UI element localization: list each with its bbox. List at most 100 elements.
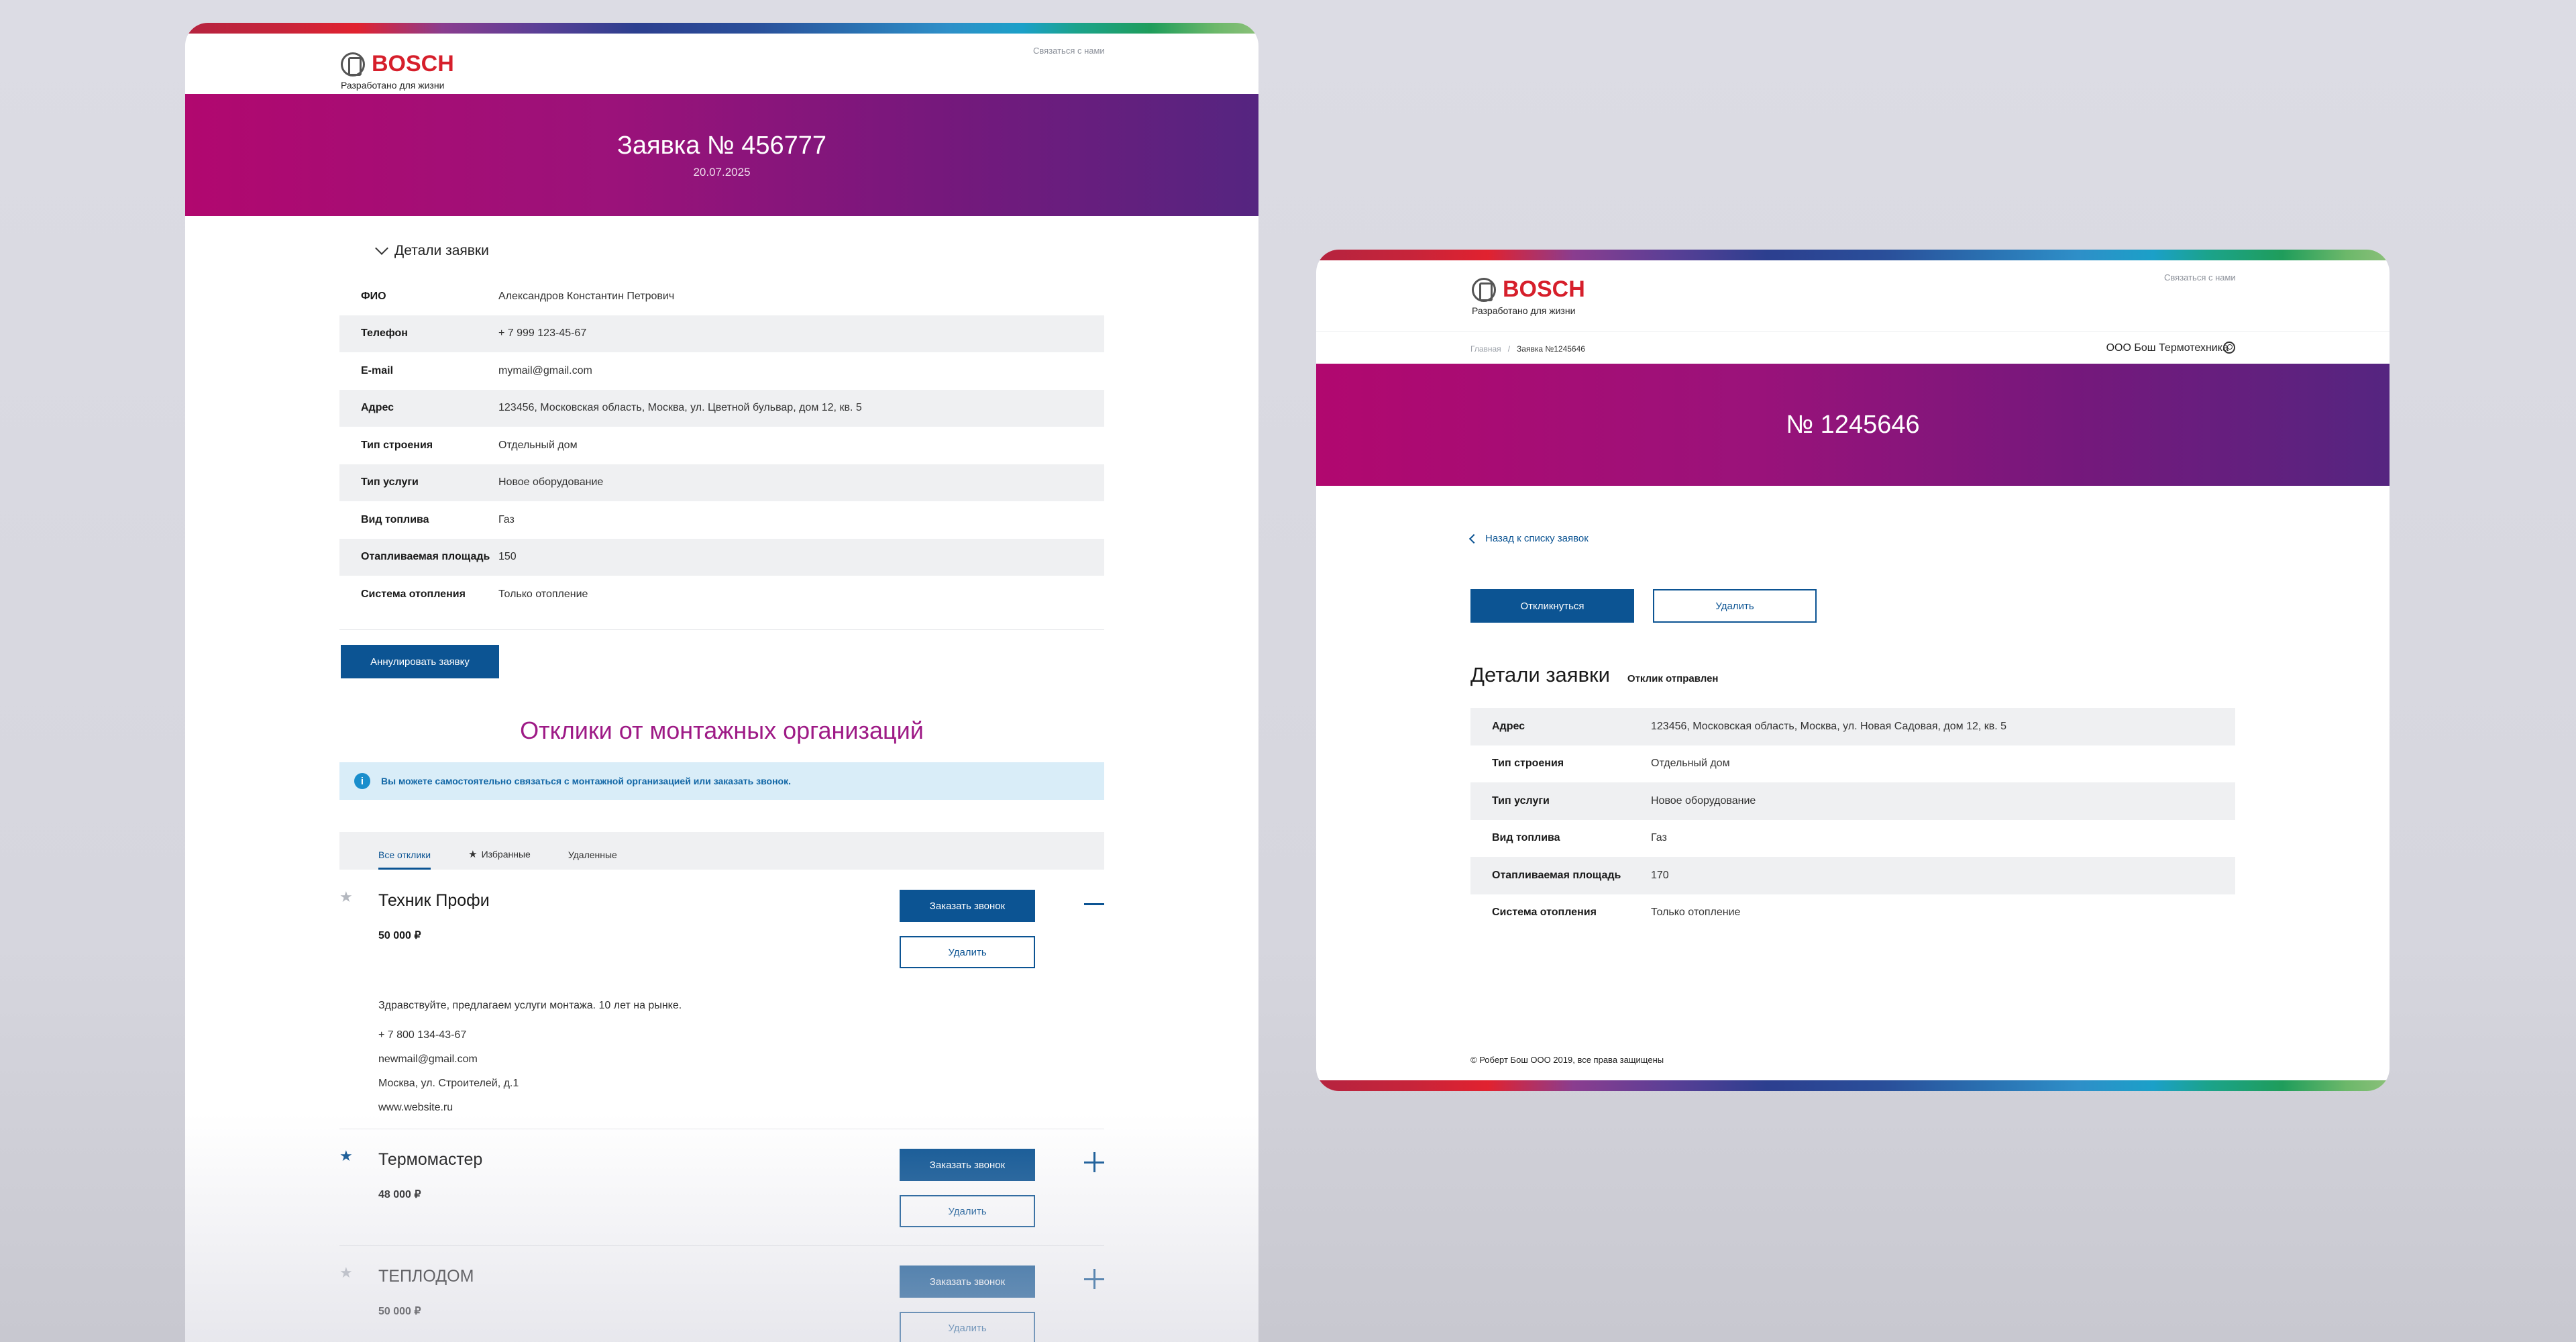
favorite-star-icon[interactable]: ★	[339, 1147, 353, 1165]
nav-bar: Главная / Заявка №1245646 ООО Бош Термот…	[1316, 331, 2390, 364]
logo-text: BOSCH	[1503, 276, 1585, 302]
respond-button[interactable]: Откликнуться	[1470, 589, 1634, 623]
request-details-table: ФИО Александров Константин Петрович Телеф…	[339, 278, 1104, 630]
detail-value: 123456, Московская область, Москва, ул. …	[1651, 720, 2007, 732]
table-row: Тип услуги Новое оборудование	[1470, 782, 2235, 820]
delete-response-button[interactable]: Удалить	[900, 1195, 1035, 1227]
table-row: Отапливаемая площадь 170	[1470, 857, 2235, 894]
page-title: Заявка № 456777	[616, 132, 827, 160]
breadcrumb-home[interactable]: Главная	[1470, 344, 1501, 354]
star-icon: ★	[468, 849, 478, 860]
delete-response-button[interactable]: Удалить	[900, 936, 1035, 968]
footer-copyright: © Роберт Бош ООО 2019, все права защищен…	[1470, 1055, 1664, 1065]
responses-list: ★ Техник Профи 50 000 ₽ Заказать звонок …	[339, 870, 1104, 1342]
request-page-card: BOSCH Разработано для жизни Связаться с …	[185, 23, 1258, 1342]
table-row: ФИО Александров Константин Петрович	[339, 278, 1104, 315]
brand-stripe	[1316, 250, 2390, 260]
detail-value: Новое оборудование	[1651, 794, 1756, 807]
chevron-left-icon	[1468, 533, 1479, 544]
detail-label: Тип услуги	[361, 476, 419, 488]
info-icon: i	[354, 773, 370, 789]
company-name: Техник Профи	[378, 891, 490, 910]
brand-stripe	[1316, 1080, 2390, 1091]
breadcrumb-separator: /	[1507, 344, 1511, 354]
collapse-icon[interactable]	[1084, 903, 1104, 905]
hero-banner: № 1245646	[1316, 364, 2390, 486]
detail-value: 123456, Московская область, Москва, ул. …	[498, 402, 862, 414]
table-row: Вид топлива Газ	[1470, 820, 2235, 858]
expand-icon[interactable]	[1084, 1269, 1104, 1289]
detail-label: Система отопления	[361, 588, 466, 600]
bosch-logo[interactable]: BOSCH Разработано для жизни	[341, 51, 454, 91]
detail-value: Только отопление	[498, 588, 588, 600]
order-call-button[interactable]: Заказать звонок	[900, 890, 1035, 922]
offer-price: 48 000 ₽	[378, 1189, 421, 1200]
detail-label: Адрес	[361, 402, 394, 414]
chevron-down-icon	[375, 242, 388, 255]
company-name: Термомастер	[378, 1150, 483, 1169]
detail-label: Тип строения	[361, 439, 433, 451]
request-details-table: Адрес 123456, Московская область, Москва,…	[1470, 708, 2235, 931]
detail-label: Отапливаемая площадь	[1492, 869, 1621, 881]
favorite-star-icon[interactable]: ★	[339, 1264, 353, 1282]
table-row: E-mail mymail@gmail.com	[339, 352, 1104, 390]
details-toggle[interactable]: Детали заявки	[339, 242, 1104, 259]
detail-value: Новое оборудование	[498, 476, 604, 488]
user-icon[interactable]	[2223, 342, 2235, 354]
response-address: Москва, ул. Строителей, д.1	[378, 1078, 519, 1089]
order-call-button[interactable]: Заказать звонок	[900, 1149, 1035, 1181]
page-title: № 1245646	[1786, 411, 1920, 439]
detail-label: Адрес	[1492, 720, 1525, 732]
company-name: ТЕПЛОДОМ	[378, 1267, 474, 1286]
expand-icon[interactable]	[1084, 1152, 1104, 1172]
detail-value: mymail@gmail.com	[498, 364, 592, 376]
detail-value: Только отопление	[1651, 907, 1741, 919]
tab-label: Все отклики	[378, 849, 431, 860]
detail-value: Отдельный дом	[498, 439, 578, 451]
detail-value: 170	[1651, 869, 1669, 881]
contractor-request-card: BOSCH Разработано для жизни Связаться с …	[1316, 250, 2390, 1091]
detail-value: Отдельный дом	[1651, 758, 1730, 770]
response-email[interactable]: newmail@gmail.com	[378, 1053, 478, 1066]
logo-slogan: Разработано для жизни	[1472, 305, 1576, 316]
table-row: Тип услуги Новое оборудование	[339, 464, 1104, 501]
tab-deleted[interactable]: Удаленные	[568, 849, 617, 870]
table-row: Тип строения Отдельный дом	[339, 427, 1104, 464]
detail-value: + 7 999 123-45-67	[498, 327, 587, 340]
offer-price: 50 000 ₽	[378, 1306, 421, 1317]
logo-slogan: Разработано для жизни	[341, 80, 445, 91]
tab-label: Удаленные	[568, 849, 617, 860]
table-row: Адрес 123456, Московская область, Москва,…	[1470, 708, 2235, 745]
logo-text: BOSCH	[372, 51, 454, 76]
contact-link[interactable]: Связаться с нами	[2164, 272, 2236, 282]
tab-all-responses[interactable]: Все отклики	[378, 849, 431, 870]
tab-favorites[interactable]: ★ Избранные	[468, 848, 531, 870]
hero-banner: Заявка № 456777 20.07.2025	[185, 94, 1258, 216]
cancel-request-button[interactable]: Аннулировать заявку	[341, 645, 499, 678]
bosch-armature-icon	[341, 52, 365, 76]
favorite-star-icon[interactable]: ★	[339, 888, 353, 906]
delete-button[interactable]: Удалить	[1653, 589, 1817, 623]
detail-label: Вид топлива	[1492, 832, 1560, 844]
details-heading: Детали заявки Отклик отправлен	[1470, 663, 1719, 687]
delete-response-button[interactable]: Удалить	[900, 1312, 1035, 1342]
breadcrumb-current: Заявка №1245646	[1517, 344, 1585, 354]
response-website[interactable]: www.website.ru	[378, 1102, 453, 1114]
detail-label: Тип услуги	[1492, 794, 1550, 807]
bosch-logo[interactable]: BOSCH Разработано для жизни	[1472, 276, 1585, 316]
table-row: Вид топлива Газ	[339, 501, 1104, 539]
contact-link[interactable]: Связаться с нами	[1033, 46, 1105, 56]
responses-tabs: Все отклики ★ Избранные Удаленные	[339, 832, 1104, 870]
response-message: Здравствуйте, предлагаем услуги монтажа.…	[378, 1000, 682, 1011]
table-row: Телефон + 7 999 123-45-67	[339, 315, 1104, 352]
detail-value: Газ	[1651, 832, 1667, 844]
table-row: Система отопления Только отопление	[339, 576, 1104, 613]
detail-label: Тип строения	[1492, 758, 1564, 770]
detail-label: E-mail	[361, 364, 394, 376]
details-toggle-label: Детали заявки	[394, 243, 489, 258]
back-to-list-link[interactable]: Назад к списку заявок	[1468, 533, 1589, 544]
company-name[interactable]: ООО Бош Термотехника	[2106, 342, 2229, 354]
response-phone[interactable]: + 7 800 134-43-67	[378, 1029, 466, 1041]
divider	[339, 629, 1104, 630]
order-call-button[interactable]: Заказать звонок	[900, 1266, 1035, 1298]
